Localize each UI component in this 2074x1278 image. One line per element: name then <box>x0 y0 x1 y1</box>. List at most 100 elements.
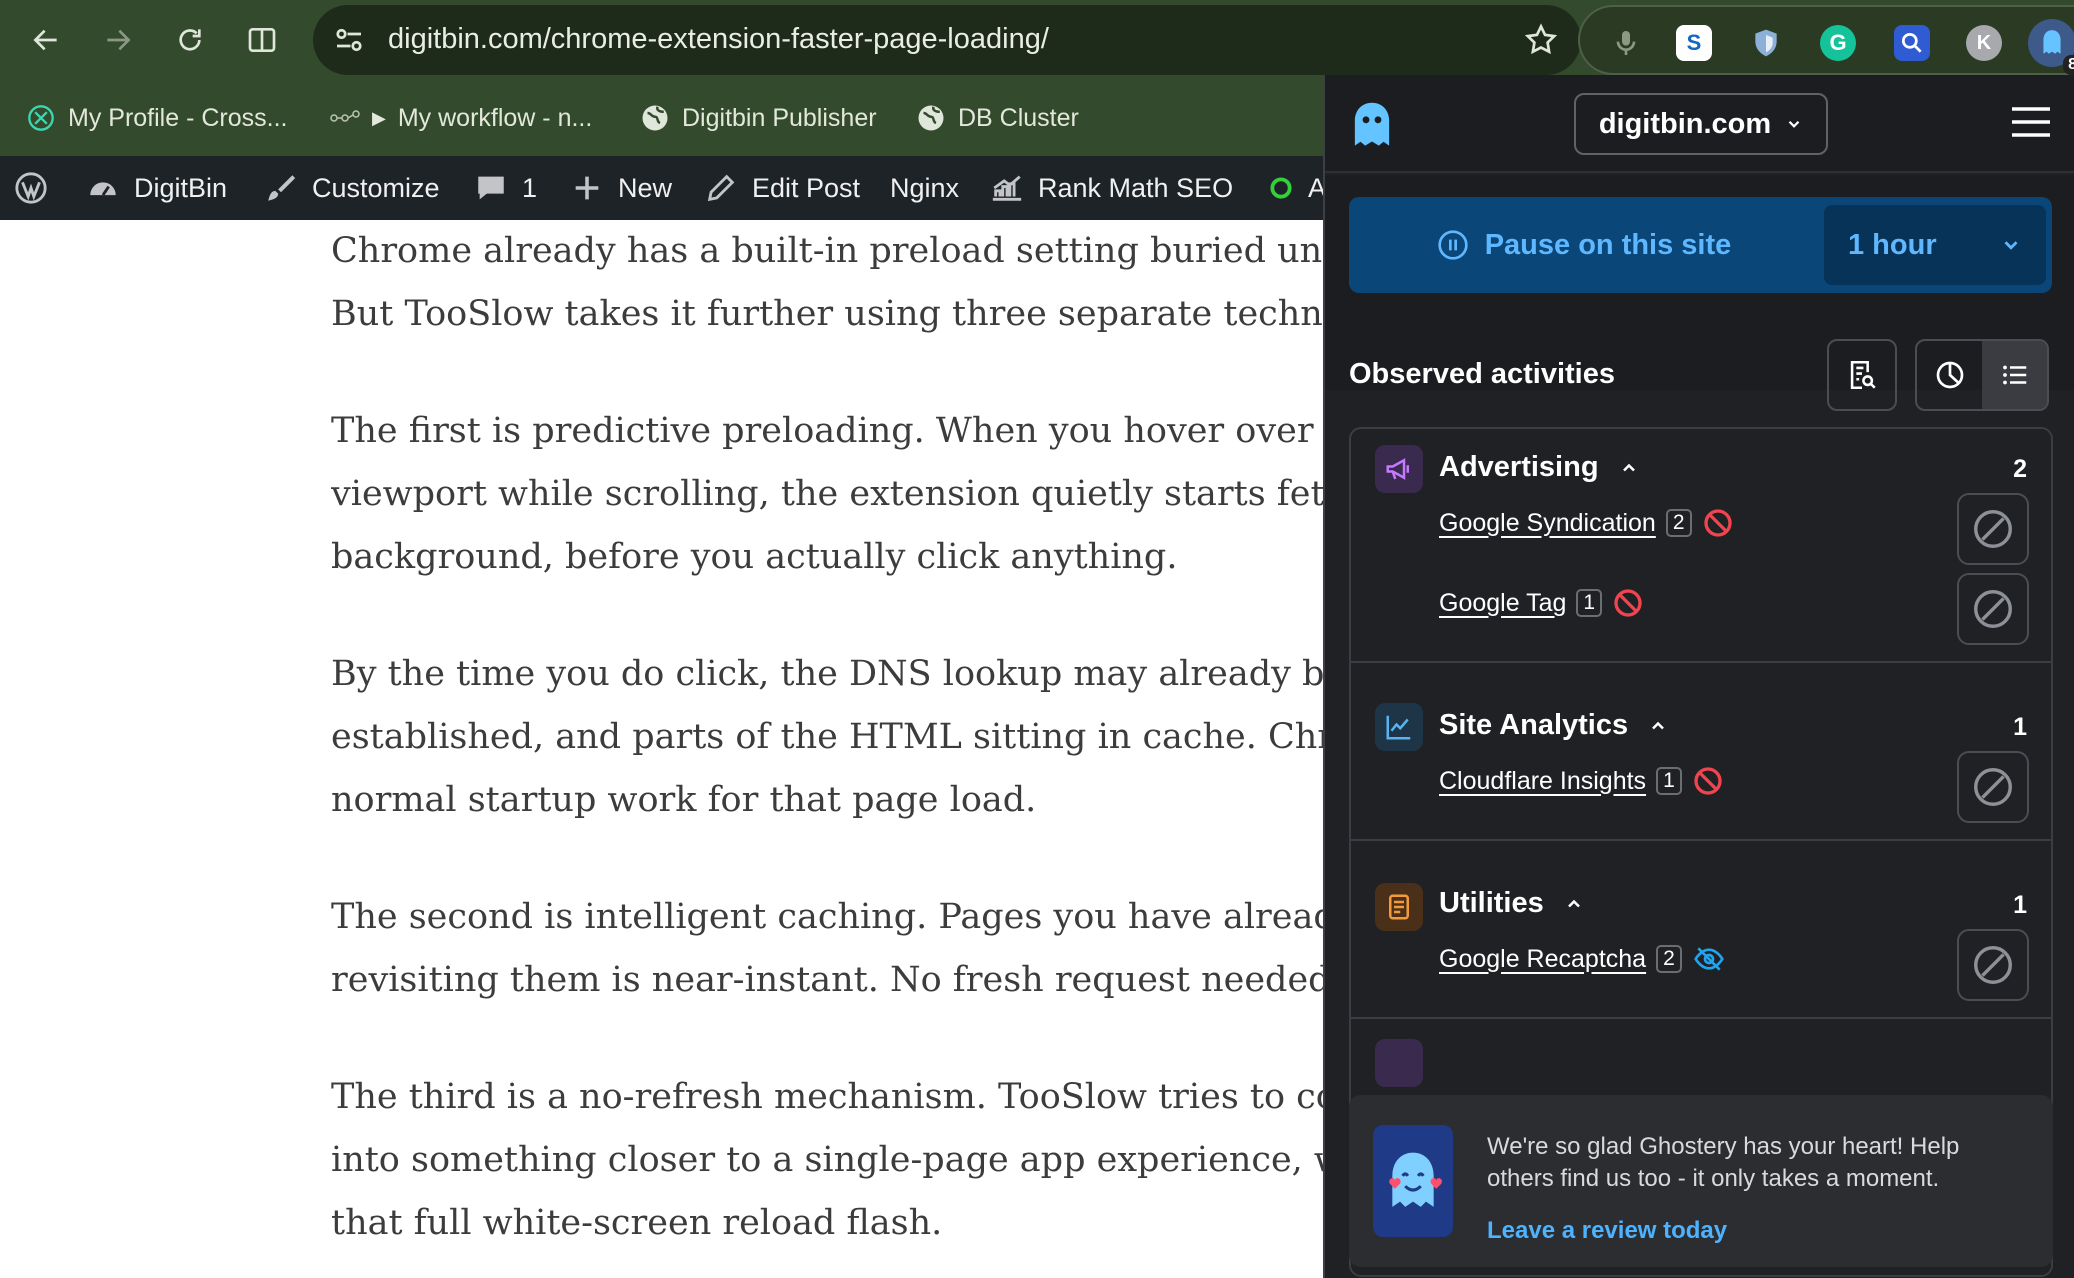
category-site-analytics-toggle[interactable]: Site Analytics <box>1439 709 1668 742</box>
domain-label: digitbin.com <box>1598 107 1772 140</box>
wp-status-item[interactable]: A <box>1268 168 1326 208</box>
category-count: 1 <box>2013 891 2027 919</box>
bookmark-my-workflow[interactable]: ▶ My workflow - n... <box>330 98 592 138</box>
hamburger-menu-icon[interactable] <box>2010 105 2052 139</box>
bookmark-my-profile[interactable]: My Profile - Cross... <box>26 98 287 138</box>
block-icon <box>1974 768 2012 806</box>
wp-rank-math-label: Rank Math SEO <box>1038 172 1234 203</box>
block-icon <box>1974 590 2012 628</box>
bookmark-label: DB Cluster <box>958 103 1079 132</box>
split-view-button[interactable] <box>240 18 284 62</box>
list-view-button[interactable] <box>1982 341 2047 409</box>
tracker-link[interactable]: Google Syndication <box>1439 509 1656 538</box>
wp-rank-math[interactable]: Rank Math SEO <box>990 168 1233 208</box>
category-count: 1 <box>2013 713 2027 741</box>
divider <box>1351 839 2051 841</box>
chevron-down-icon <box>1788 120 1800 128</box>
wp-logo-button[interactable] <box>14 168 48 208</box>
paragraph-1: Chrome already has a built-in preload se… <box>331 231 1331 334</box>
ghostery-badge: 8 <box>2063 55 2074 75</box>
ghostery-logo-icon <box>1354 102 1390 146</box>
bookmark-label: My Profile - Cross... <box>68 103 288 132</box>
pause-duration-value: 1 hour <box>1848 228 1937 261</box>
category-name: Site Analytics <box>1439 709 1629 741</box>
blocked-icon <box>1694 767 1722 795</box>
utilities-document-icon <box>1375 883 1423 931</box>
category-utilities-toggle[interactable]: Utilities <box>1439 887 1584 920</box>
chevron-up-icon <box>1567 899 1580 907</box>
category-icon-partial <box>1375 1039 1423 1087</box>
crossover-icon <box>26 103 56 133</box>
wp-site-menu[interactable]: DigitBin <box>86 168 227 208</box>
paragraph-2: The first is predictive preloading. When… <box>331 411 1331 577</box>
category-name: Utilities <box>1439 887 1544 919</box>
forward-button[interactable] <box>96 18 140 62</box>
category-advertising-toggle[interactable]: Advertising <box>1439 451 1639 484</box>
tracker-cloudflare-insights: Cloudflare Insights 1 <box>1439 765 1724 797</box>
tracker-link[interactable]: Google Tag <box>1439 589 1566 618</box>
block-toggle-button[interactable] <box>1957 929 2029 1001</box>
wp-edit-label: Edit Post <box>752 172 861 203</box>
wp-nginx-label: Nginx <box>890 172 960 203</box>
bookmark-db-cluster[interactable]: DB Cluster <box>916 98 1079 138</box>
pause-icon <box>1438 230 1468 260</box>
chevron-down-icon <box>2004 241 2018 250</box>
review-prompt: We're so glad Ghostery has your heart! H… <box>1349 1095 2053 1267</box>
dashboard-icon <box>90 182 116 196</box>
wp-nginx[interactable]: Nginx <box>890 168 959 208</box>
wp-new[interactable]: New <box>570 168 672 208</box>
wp-comments-count: 1 <box>522 172 538 203</box>
back-button[interactable] <box>24 18 68 62</box>
ghostery-extension-icon[interactable]: 8 <box>2028 19 2074 75</box>
chevron-up-icon <box>1622 463 1635 471</box>
site-info-icon[interactable] <box>331 22 367 58</box>
divider <box>1351 1017 2051 1019</box>
microphone-icon[interactable] <box>1608 25 1644 61</box>
wp-edit-post[interactable]: Edit Post <box>704 168 860 208</box>
tracker-link[interactable]: Cloudflare Insights <box>1439 767 1646 796</box>
paragraph-4: The second is intelligent caching. Pages… <box>331 897 1331 1000</box>
blocked-icon <box>1614 589 1642 617</box>
search-extension-icon[interactable] <box>1894 25 1930 61</box>
chart-view-button[interactable] <box>1917 341 1982 409</box>
tracker-link[interactable]: Google Recaptcha <box>1439 945 1646 974</box>
workflow-icon <box>330 103 360 133</box>
reload-button[interactable] <box>168 18 212 62</box>
domain-selector[interactable]: digitbin.com <box>1574 93 1828 155</box>
tracker-count: 1 <box>1576 589 1603 617</box>
bookmark-star-icon[interactable] <box>1523 22 1559 58</box>
pause-button[interactable]: Pause on this site <box>1349 197 1819 293</box>
extensions-area: S G K 8 <box>1578 5 2074 75</box>
divider <box>1351 661 2051 663</box>
back-arrow-icon <box>33 29 57 51</box>
wp-customize[interactable]: Customize <box>264 168 440 208</box>
block-icon <box>1974 946 2012 984</box>
wp-site-label: DigitBin <box>134 172 228 203</box>
profile-avatar[interactable]: K <box>1966 25 2002 61</box>
bookmark-digitbin-publisher[interactable]: Digitbin Publisher <box>640 98 877 138</box>
leave-review-link[interactable]: Leave a review today <box>1487 1217 1727 1245</box>
address-bar[interactable]: digitbin.com/chrome-extension-faster-pag… <box>313 5 1581 75</box>
block-toggle-button[interactable] <box>1957 493 2029 565</box>
reload-icon <box>179 29 201 51</box>
paragraph-5: The third is a no-refresh mechanism. Too… <box>331 1077 1331 1243</box>
shield-extension-icon[interactable] <box>1748 25 1784 61</box>
pencil-icon <box>707 174 735 202</box>
play-icon: ▶ <box>372 107 386 128</box>
wordpress-icon <box>15 172 47 204</box>
pause-label: Pause on this site <box>1484 228 1732 261</box>
report-button[interactable] <box>1827 339 1897 411</box>
tracker-count: 2 <box>1665 509 1692 537</box>
s-extension-icon[interactable]: S <box>1676 25 1712 61</box>
wp-comments[interactable]: 1 <box>474 168 537 208</box>
category-name: Advertising <box>1439 451 1599 483</box>
rank-math-icon <box>992 175 1022 201</box>
report-search-icon <box>1850 360 1876 390</box>
block-toggle-button[interactable] <box>1957 573 2029 645</box>
block-toggle-button[interactable] <box>1957 751 2029 823</box>
grammarly-icon[interactable]: G <box>1820 25 1856 61</box>
ghostery-header: digitbin.com <box>1325 75 2074 173</box>
pause-duration-select[interactable]: 1 hour <box>1824 205 2046 285</box>
review-message: We're so glad Ghostery has your heart! H… <box>1487 1133 1960 1192</box>
list-icon <box>2002 365 2026 385</box>
